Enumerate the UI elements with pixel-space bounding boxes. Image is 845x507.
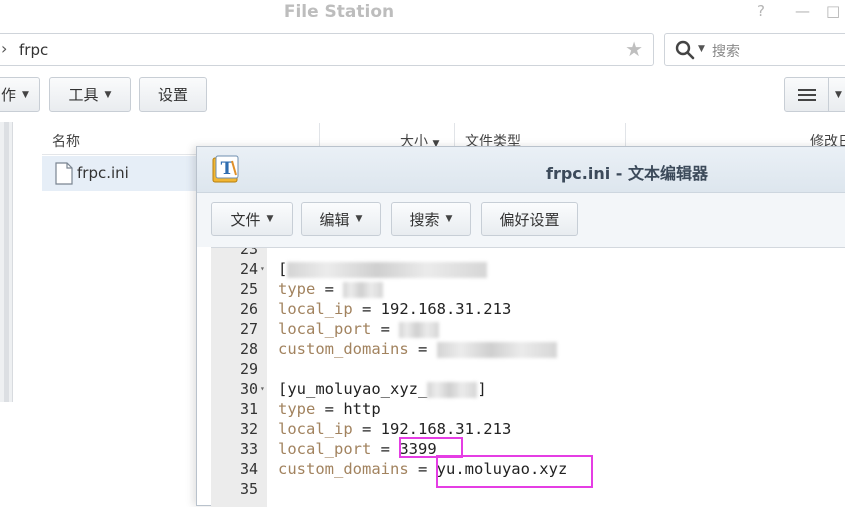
favorite-star-icon[interactable]: ★: [625, 37, 643, 61]
action-label: 作: [1, 86, 17, 104]
code-line: 32 local_ip = 192.168.31.213: [211, 419, 845, 439]
code-line: 29: [211, 359, 845, 379]
code-line: 26 local_ip = 192.168.31.213: [211, 299, 845, 319]
code-line: 31 type = http: [211, 399, 845, 419]
chevron-down-icon: ▼: [104, 89, 112, 100]
file-name: frpc.ini: [77, 164, 129, 182]
search-dropdown-icon[interactable]: ▼: [698, 44, 705, 54]
line-number: 26: [239, 300, 258, 318]
line-number: 23: [239, 247, 258, 258]
chevron-down-icon: ▼: [445, 214, 453, 224]
view-dropdown-button[interactable]: ▼: [828, 77, 845, 112]
search-menu-button[interactable]: 搜索 ▼: [391, 202, 471, 236]
code-sep: =: [315, 280, 344, 298]
code-sep: =: [315, 400, 344, 418]
path-bar[interactable]: › frpc ★: [0, 33, 654, 66]
code-sep: =: [408, 460, 437, 478]
chevron-down-icon: ▼: [22, 89, 29, 100]
code-editor[interactable]: 23 24 ▾ [ 25 type = 26 local_ip = 192.16…: [211, 247, 845, 507]
text-editor-window: T frpc.ini - 文本编辑器 文件 ▼ 编辑 ▼ 搜索 ▼ 偏好设置 2…: [196, 146, 845, 507]
search-icon: [675, 40, 695, 60]
file-menu-button[interactable]: 文件 ▼: [211, 202, 293, 236]
code-sep: =: [371, 320, 400, 338]
line-number: 33: [239, 440, 258, 458]
path-chevron-icon: ›: [1, 39, 8, 58]
line-number: 35: [239, 480, 258, 498]
code-line: 27 local_port =: [211, 319, 845, 339]
code-key: custom_domains: [278, 460, 409, 478]
code-key: local_port: [278, 320, 372, 338]
code-value: 192.168.31.213: [380, 300, 512, 318]
search-menu-label: 搜索: [409, 210, 440, 229]
settings-button[interactable]: 设置: [139, 77, 207, 112]
minimize-icon[interactable]: —: [795, 2, 810, 20]
highlight-box-domain: [436, 455, 593, 488]
code-text: ]: [477, 380, 487, 398]
line-number: 32: [239, 420, 258, 438]
preferences-label: 偏好设置: [499, 210, 560, 229]
editor-title: frpc.ini - 文本编辑器: [545, 164, 708, 183]
editor-toolbar: 文件 ▼ 编辑 ▼ 搜索 ▼ 偏好设置: [197, 193, 845, 247]
redacted-blur: [399, 321, 440, 338]
code-key: local_port: [278, 440, 372, 458]
text-editor-logo-icon: T: [212, 155, 239, 183]
code-line: 24 ▾ [: [211, 259, 845, 279]
line-number: 31: [239, 400, 258, 418]
chevron-down-icon: ▼: [835, 90, 842, 100]
path-text: frpc: [19, 41, 49, 59]
code-sep: =: [371, 440, 400, 458]
code-line: 28 custom_domains =: [211, 339, 845, 359]
file-row[interactable]: frpc.ini: [42, 156, 202, 191]
line-number: 28: [239, 340, 258, 358]
code-line: 23: [211, 247, 845, 259]
code-key: custom_domains: [278, 340, 409, 358]
tools-label: 工具: [68, 86, 99, 104]
code-line: 25 type =: [211, 279, 845, 299]
line-number: 24: [239, 260, 258, 278]
line-number: 34: [239, 460, 258, 478]
app-title: File Station: [283, 2, 395, 22]
file-menu-label: 文件: [230, 210, 261, 229]
chevron-down-icon: ▼: [355, 214, 363, 224]
file-icon: [55, 162, 73, 185]
line-number: 29: [239, 360, 258, 378]
code-text: [: [278, 260, 288, 278]
line-number: 27: [239, 320, 258, 338]
view-menu-button[interactable]: [784, 77, 829, 112]
edit-menu-button[interactable]: 编辑 ▼: [301, 202, 381, 236]
code-sep: =: [408, 340, 437, 358]
column-name[interactable]: 名称: [52, 131, 80, 151]
tools-button[interactable]: 工具 ▼: [49, 77, 131, 112]
title-bar: File Station ? — □: [0, 0, 845, 26]
code-text: [yu_moluyao_xyz_: [278, 380, 428, 398]
line-number: 25: [239, 280, 258, 298]
help-icon[interactable]: ?: [757, 2, 765, 20]
code-sep: =: [352, 420, 381, 438]
left-scrollbar[interactable]: [4, 122, 9, 402]
code-line: 30 ▾ [yu_moluyao_xyz_]: [211, 379, 845, 399]
settings-label: 设置: [157, 86, 188, 104]
editor-title-bar: T frpc.ini - 文本编辑器: [197, 147, 845, 193]
action-button[interactable]: 作 ▼: [0, 77, 40, 112]
edit-menu-label: 编辑: [319, 210, 350, 229]
redacted-blur: [436, 341, 557, 358]
code-key: type: [278, 400, 316, 418]
preferences-button[interactable]: 偏好设置: [481, 202, 578, 236]
fold-arrow-icon[interactable]: ▾: [260, 259, 265, 279]
line-number: 30: [239, 380, 258, 398]
search-placeholder: 搜索: [712, 44, 740, 60]
chevron-down-icon: ▼: [266, 214, 274, 224]
code-value: http: [343, 400, 381, 418]
code-key: type: [278, 280, 316, 298]
search-input[interactable]: ▼ 搜索: [664, 33, 845, 66]
code-sep: =: [352, 300, 381, 318]
maximize-icon[interactable]: □: [826, 2, 840, 20]
redacted-blur: [287, 261, 488, 278]
fold-arrow-icon[interactable]: ▾: [260, 379, 265, 399]
redacted-blur: [343, 281, 384, 298]
code-key: local_ip: [278, 420, 353, 438]
redacted-blur: [427, 381, 478, 398]
code-key: local_ip: [278, 300, 353, 318]
code-value: 192.168.31.213: [380, 420, 512, 438]
